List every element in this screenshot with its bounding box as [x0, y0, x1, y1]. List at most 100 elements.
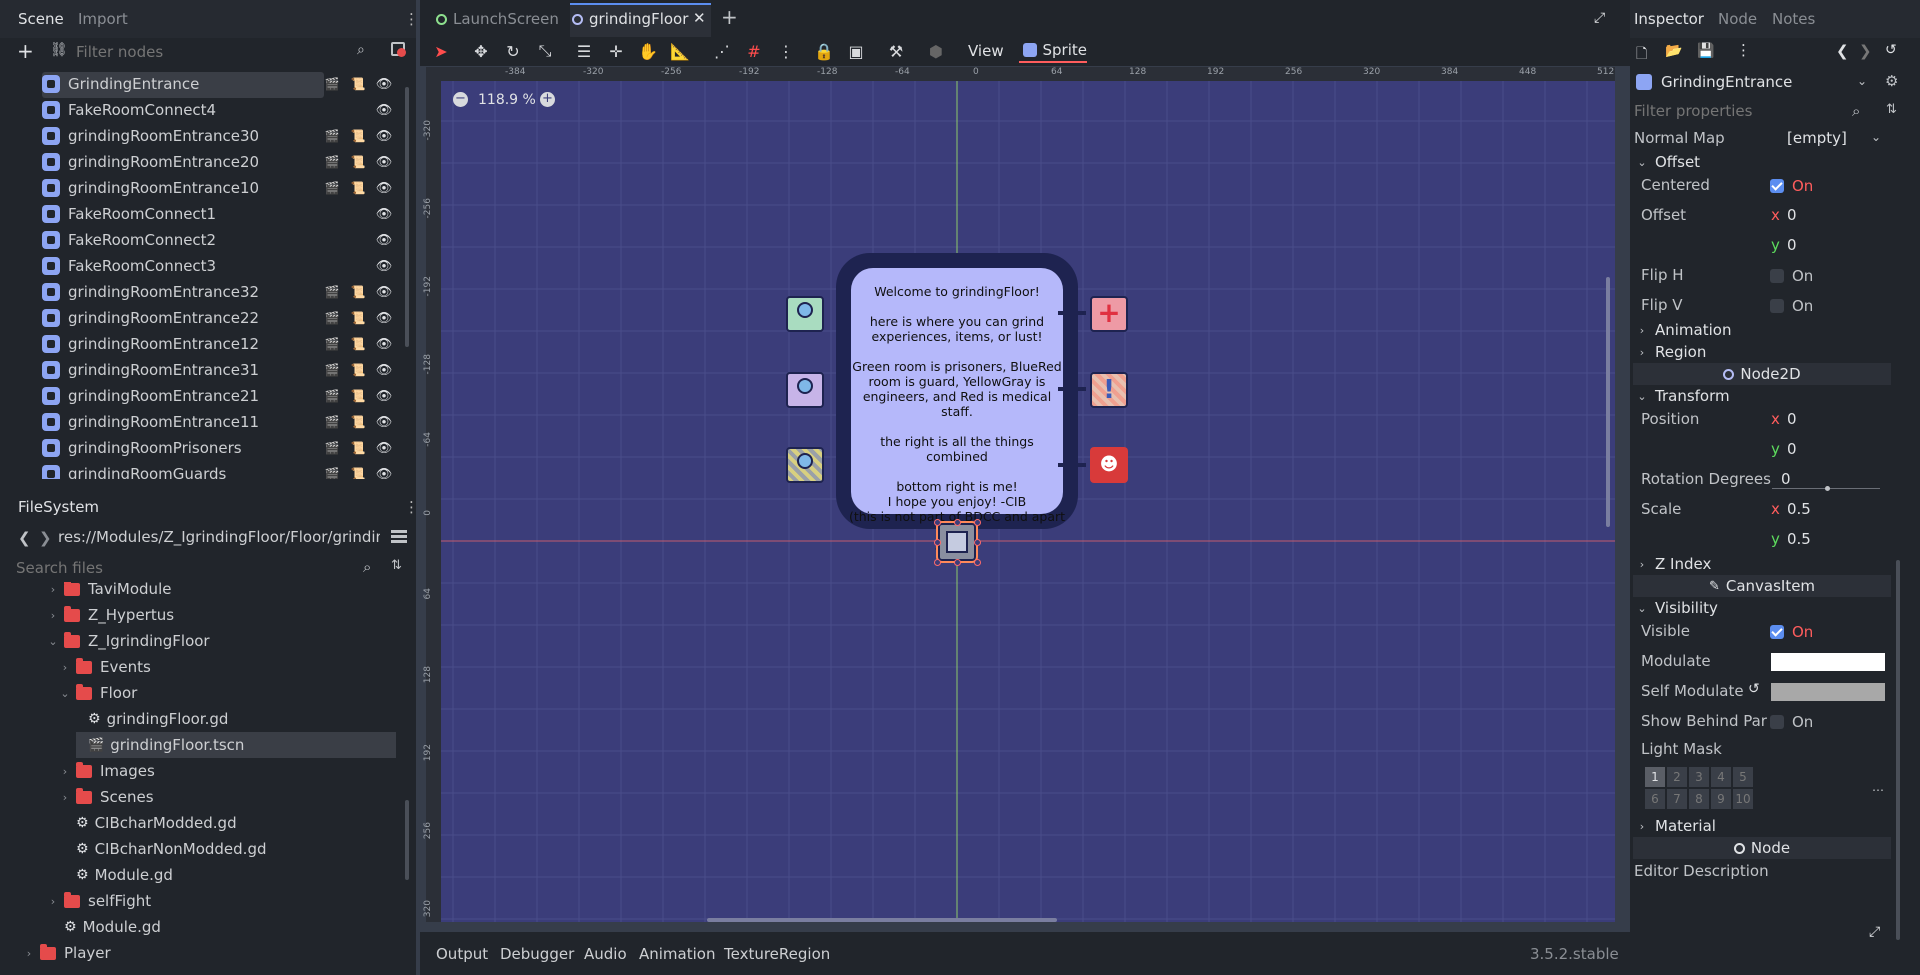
add-node-icon[interactable]: +	[17, 39, 34, 63]
scene-node-row[interactable]: FakeRoomConnect4 👁	[24, 97, 394, 123]
medical-room-icon[interactable]: +	[1090, 296, 1128, 332]
history-back-icon[interactable]: ❮	[1836, 42, 1849, 60]
lock-icon[interactable]: 🔒	[810, 39, 838, 63]
transform-section[interactable]: ⌄ Transform	[1635, 385, 1890, 407]
tab-import[interactable]: Import	[78, 10, 128, 28]
tab-textureregion[interactable]: TextureRegion	[724, 945, 830, 963]
new-resource-icon[interactable]: 🗋	[1636, 43, 1647, 67]
visibility-eye-icon[interactable]: 👁	[374, 204, 394, 224]
filter-nodes-input[interactable]	[76, 40, 366, 64]
file-item[interactable]: ⚙ Module.gd	[46, 914, 161, 940]
offset-y-value[interactable]: 0	[1787, 236, 1797, 254]
light-mask-bit[interactable]: 8	[1689, 789, 1709, 809]
tab-debugger[interactable]: Debugger	[500, 945, 574, 963]
visibility-eye-icon[interactable]: 👁	[374, 230, 394, 250]
position-y-value[interactable]: 0	[1787, 440, 1797, 458]
script-icon[interactable]: 📜	[348, 386, 368, 406]
folder-item[interactable]: › Player	[22, 940, 111, 962]
flip-v-checkbox[interactable]: On	[1770, 297, 1813, 315]
light-mask-bit[interactable]: 3	[1689, 767, 1709, 787]
script-icon[interactable]: 📜	[348, 308, 368, 328]
file-item[interactable]: ⚙ CIBcharNonModded.gd	[58, 836, 267, 862]
normal-map-value[interactable]: [empty]	[1787, 129, 1847, 147]
view-menu[interactable]: View	[968, 42, 1004, 60]
fs-path[interactable]: res://Modules/Z_IgrindingFloor/Floor/gri…	[58, 528, 380, 546]
show-behind-checkbox[interactable]: On	[1770, 713, 1813, 731]
tab-animation[interactable]: Animation	[639, 945, 715, 963]
tab-scene[interactable]: Scene	[18, 10, 64, 28]
light-mask-bit[interactable]: 4	[1711, 767, 1731, 787]
light-mask-more-icon[interactable]: …	[1872, 780, 1884, 794]
selection-handle[interactable]	[974, 519, 981, 526]
object-dropdown-icon[interactable]: ⌄	[1857, 74, 1867, 88]
rotate-tool-icon[interactable]: ↻	[499, 39, 527, 63]
zoom-in-icon[interactable]: +	[540, 92, 555, 107]
scene-node-row[interactable]: GrindingEntrance 🎬 📜 👁	[24, 71, 394, 97]
visibility-eye-icon[interactable]: 👁	[374, 334, 394, 354]
open-scene-icon[interactable]: 🎬	[322, 308, 342, 328]
selection-handle[interactable]	[934, 519, 941, 526]
open-scene-icon[interactable]: 🎬	[322, 360, 342, 380]
scene-node-row[interactable]: FakeRoomConnect1 👁	[24, 201, 394, 227]
selection-handle[interactable]	[954, 559, 961, 566]
material-section[interactable]: › Material	[1635, 815, 1890, 837]
folder-item[interactable]: › selfFight	[46, 888, 151, 914]
visibility-eye-icon[interactable]: 👁	[374, 412, 394, 432]
visibility-eye-icon[interactable]: 👁	[374, 438, 394, 458]
folder-item[interactable]: › Z_Hypertus	[46, 602, 174, 628]
file-item[interactable]: ⚙ CIBcharModded.gd	[58, 810, 237, 836]
scene-node-row[interactable]: grindingRoomEntrance30 🎬 📜 👁	[24, 123, 394, 149]
scene-node-row[interactable]: grindingRoomEntrance32 🎬 📜 👁	[24, 279, 394, 305]
offset-x-value[interactable]: 0	[1787, 206, 1797, 224]
visibility-eye-icon[interactable]: 👁	[374, 282, 394, 302]
tab-launchscreen[interactable]: LaunchScreen	[436, 10, 559, 28]
save-resource-icon[interactable]: 💾	[1697, 43, 1714, 59]
pivot-tool-icon[interactable]: ✛	[602, 39, 630, 63]
light-mask-bit[interactable]: 2	[1667, 767, 1687, 787]
collapsed-arrow-icon[interactable]: ›	[46, 583, 60, 596]
visible-checkbox[interactable]: On	[1770, 623, 1813, 641]
file-item[interactable]: ⚙ Module.gd	[58, 862, 173, 888]
script-icon[interactable]: 📜	[348, 412, 368, 432]
visibility-eye-icon[interactable]: 👁	[374, 386, 394, 406]
skeleton-icon[interactable]: ⚒	[882, 39, 910, 63]
selection-handle[interactable]	[954, 519, 961, 526]
folder-item[interactable]: › Events	[58, 654, 151, 680]
pan-tool-icon[interactable]: ✋	[634, 39, 662, 63]
flip-h-checkbox[interactable]: On	[1770, 267, 1813, 285]
open-scene-icon[interactable]: 🎬	[322, 74, 342, 94]
collapsed-arrow-icon[interactable]: ›	[22, 947, 36, 960]
move-tool-icon[interactable]: ✥	[467, 39, 495, 63]
folder-item[interactable]: › Images	[58, 758, 155, 784]
script-icon[interactable]: 📜	[348, 126, 368, 146]
viewport-h-scrollbar[interactable]	[707, 918, 1057, 922]
expand-description-icon[interactable]: ⤢	[1869, 924, 1880, 940]
alert-room-icon[interactable]: !	[1090, 372, 1128, 408]
sprite-menu[interactable]: Sprite	[1019, 39, 1087, 63]
scene-scrollbar[interactable]	[405, 87, 409, 347]
collapsed-arrow-icon[interactable]: ›	[58, 791, 72, 804]
scale-tool-icon[interactable]: ⤡	[531, 39, 559, 63]
scene-node-row[interactable]: grindingRoomEntrance31 🎬 📜 👁	[24, 357, 394, 383]
visibility-eye-icon[interactable]: 👁	[374, 308, 394, 328]
visibility-eye-icon[interactable]: 👁	[374, 360, 394, 380]
object-name[interactable]: GrindingEntrance	[1661, 73, 1792, 91]
normal-map-dropdown-icon[interactable]: ⌄	[1871, 130, 1881, 144]
file-item[interactable]: ⚙ grindingFloor.gd	[70, 706, 228, 732]
region-section[interactable]: › Region	[1635, 341, 1890, 363]
scene-node-row[interactable]: grindingRoomPrisoners 🎬 📜 👁	[24, 435, 394, 461]
script-icon[interactable]: 📜	[348, 438, 368, 458]
offset-section[interactable]: ⌄ Offset	[1635, 151, 1890, 173]
grid-snap-icon[interactable]: #	[740, 39, 768, 63]
visibility-eye-icon[interactable]: 👁	[374, 100, 394, 120]
script-icon[interactable]: 📜	[348, 464, 368, 479]
light-mask-bit[interactable]: 7	[1667, 789, 1687, 809]
open-scene-icon[interactable]: 🎬	[322, 152, 342, 172]
selection-handle[interactable]	[934, 559, 941, 566]
scene-node-row[interactable]: grindingRoomEntrance21 🎬 📜 👁	[24, 383, 394, 409]
select-tool-icon[interactable]: ➤	[427, 39, 455, 63]
zoom-out-icon[interactable]: −	[453, 92, 468, 107]
filter-search-icon[interactable]: ⌕	[1852, 102, 1860, 120]
history-icon[interactable]: ↺	[1885, 42, 1897, 58]
light-mask-bit[interactable]: 6	[1645, 789, 1665, 809]
